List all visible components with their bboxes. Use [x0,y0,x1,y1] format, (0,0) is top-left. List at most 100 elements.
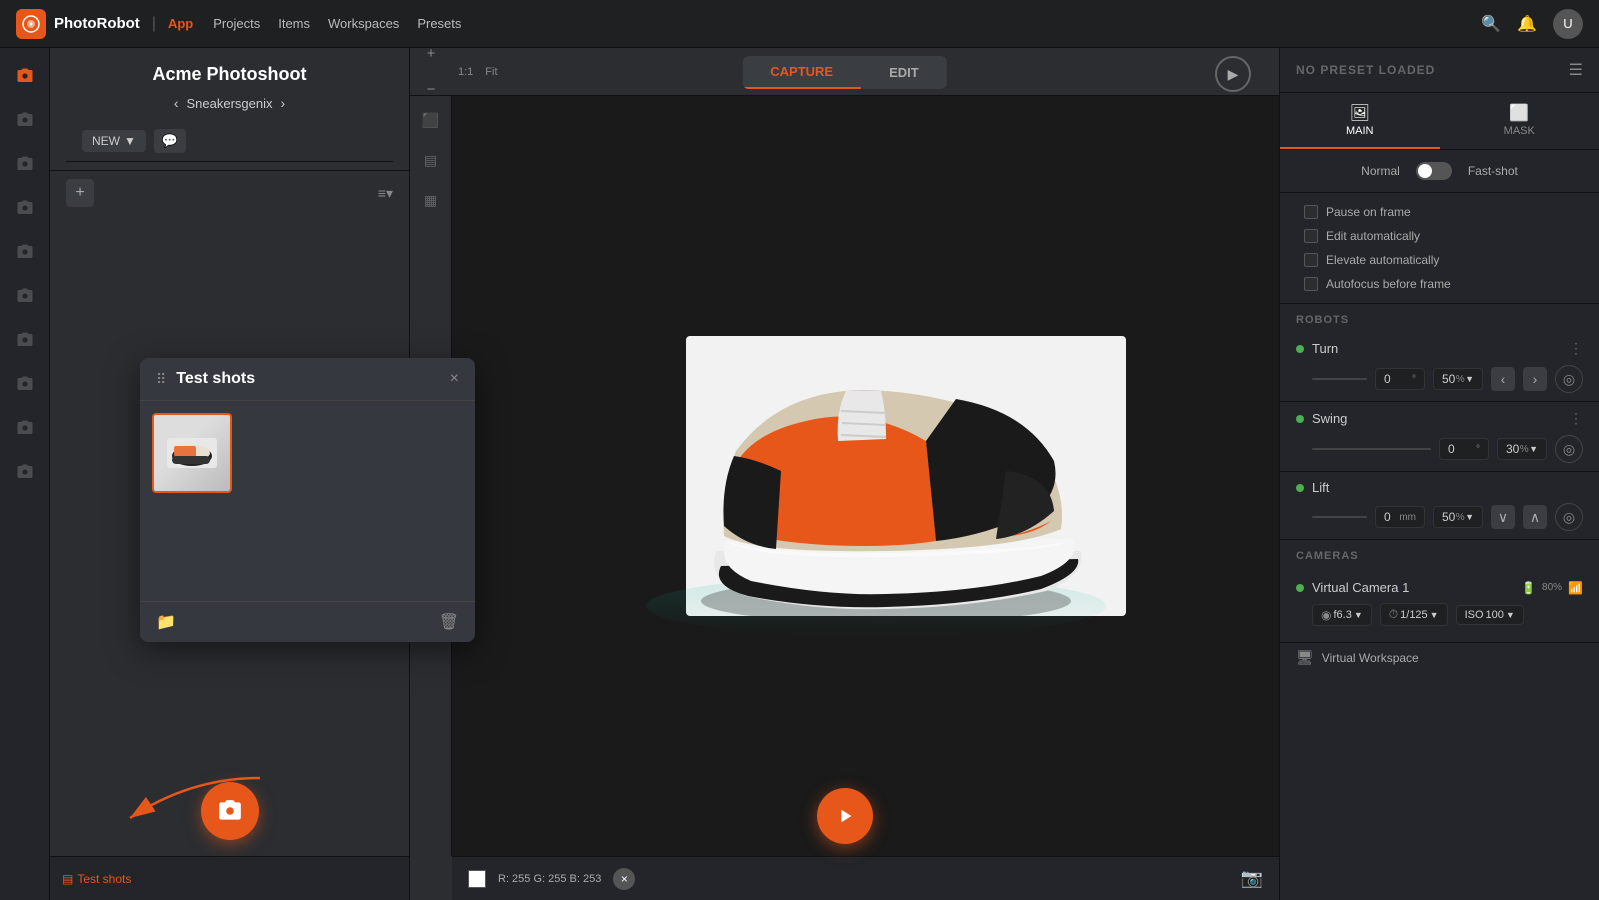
play-fab-button[interactable] [817,788,873,844]
workspace-row: 🖥 Virtual Workspace [1280,642,1599,672]
icon-bar-btn-9[interactable] [7,454,43,490]
lift-controls: 0 mm 50 % ▼ ∨ ∧ ◎ [1296,503,1583,531]
turn-speed-num: 50 [1442,372,1455,386]
lift-step-down-button[interactable]: ∨ [1491,505,1515,529]
popup-folder-button[interactable]: 📁 [156,612,176,632]
icon-bar-btn-5[interactable] [7,278,43,314]
capture-fab-button[interactable] [201,782,259,840]
avatar[interactable]: U [1553,9,1583,39]
cb-pause-on-frame-label: Pause on frame [1326,205,1411,219]
comment-button[interactable]: 💬 [154,129,186,153]
viewer-tool-filmstrip[interactable]: ▤ [415,144,447,176]
nav-presets[interactable]: Presets [417,16,461,31]
lift-home-button[interactable]: ◎ [1555,503,1583,531]
icon-bar-btn-6[interactable] [7,322,43,358]
lift-step-up-button[interactable]: ∧ [1523,505,1547,529]
cb-elevate-automatically-box[interactable] [1304,253,1318,267]
add-item-button[interactable]: + [66,179,94,207]
viewer-tool-adjust[interactable]: ⬛ [415,104,447,136]
icon-bar-camera-active[interactable] [7,58,43,94]
battery-icon: 🔋 [1521,581,1536,595]
toolbar-row: NEW ▼ 💬 [66,121,393,162]
turn-speed-unit: % [1456,374,1465,385]
play-sequence-button[interactable]: ▶ [1215,56,1251,92]
iso-setting[interactable]: ISO 100 ▼ [1456,605,1524,625]
zoom-in-tool[interactable]: + [415,48,447,70]
fast-shot-toggle[interactable] [1416,162,1452,180]
swing-degree-value[interactable]: 0 ° [1439,438,1489,460]
left-panel: Acme Photoshoot ‹ Sneakersgenix › NEW ▼ … [50,48,410,900]
tab-mask[interactable]: ⬜ MASK [1440,93,1599,149]
popup-delete-button[interactable]: 🗑 [439,612,459,632]
shutter-setting[interactable]: ⏱ 1/125 ▼ [1380,603,1448,626]
turn-step-back-button[interactable]: ‹ [1491,367,1515,391]
turn-home-button[interactable]: ◎ [1555,365,1583,393]
robot-lift-header: Lift [1296,480,1583,495]
popup-close-button[interactable]: × [450,370,459,388]
swing-menu-button[interactable]: ⋮ [1569,410,1583,427]
logo-icon [16,9,46,39]
drag-icon: ⠿ [156,371,166,388]
swing-speed-value[interactable]: 30 % ▼ [1497,438,1547,460]
fast-shot-label: Fast-shot [1468,164,1518,178]
new-button[interactable]: NEW ▼ [82,130,146,152]
viewer-tool-grid[interactable]: ▦ [415,184,447,216]
camera-bottom-button[interactable]: 📷 [1241,868,1263,889]
viewer-tabs: CAPTURE EDIT [742,56,946,89]
lift-speed-unit: % [1456,512,1465,523]
turn-step-fwd-button[interactable]: › [1523,367,1547,391]
tab-main[interactable]: 🖼 MAIN [1280,93,1440,149]
mask-tab-icon: ⬜ [1509,103,1529,123]
lift-speed-value[interactable]: 50 % ▼ [1433,506,1483,528]
aperture-setting[interactable]: ◉ f6.3 ▼ [1312,604,1372,626]
nav-items[interactable]: Items [278,16,310,31]
right-panel-menu-icon[interactable]: ☰ [1569,60,1583,80]
icon-bar-btn-1[interactable] [7,102,43,138]
lift-value[interactable]: 0 mm [1375,506,1425,528]
viewer-bottom-bar: R: 255 G: 255 B: 253 × 📷 [452,856,1279,900]
notification-icon[interactable]: 🔔 [1517,14,1537,34]
swing-speed-num: 30 [1506,442,1519,456]
icon-bar-btn-4[interactable] [7,234,43,270]
sort-button[interactable]: ≡▾ [378,185,393,202]
zoom-level: 1:1 [452,66,479,78]
logo: PhotoRobot | App [16,9,193,39]
robot-swing: Swing ⋮ 0 ° 30 % ▼ ◎ [1280,402,1599,472]
photoshoot-title: Acme Photoshoot [66,64,393,85]
turn-degree-unit: ° [1412,374,1416,385]
thumb-item[interactable] [152,413,232,493]
breadcrumb-nav: ‹ Sneakersgenix › [66,95,393,111]
turn-menu-button[interactable]: ⋮ [1569,340,1583,357]
nav-prev-arrow[interactable]: ‹ [174,95,179,111]
nav-next-arrow[interactable]: › [281,95,286,111]
tab-edit[interactable]: EDIT [861,56,947,89]
nav-projects[interactable]: Projects [213,16,260,31]
turn-controls: 0 ° 50 % ▼ ‹ › ◎ [1296,365,1583,393]
turn-speed-value[interactable]: 50 % ▼ [1433,368,1483,390]
right-panel-tabs: 🖼 MAIN ⬜ MASK [1280,93,1599,150]
cb-pause-on-frame-box[interactable] [1304,205,1318,219]
cb-autofocus-before-frame-box[interactable] [1304,277,1318,291]
aperture-dropdown-icon: ▼ [1354,610,1363,620]
icon-bar-btn-7[interactable] [7,366,43,402]
cb-autofocus-before-frame-label: Autofocus before frame [1326,277,1451,291]
swing-speed-unit: % [1520,444,1529,455]
icon-bar-btn-8[interactable] [7,410,43,446]
breadcrumb-item: Sneakersgenix [187,96,273,111]
shutter-icon: ⏱ [1389,607,1398,622]
battery-level: 80% [1542,582,1562,593]
nav-workspaces[interactable]: Workspaces [328,16,399,31]
search-icon[interactable]: 🔍 [1481,14,1501,34]
turn-slider-track [1312,378,1367,380]
swing-home-button[interactable]: ◎ [1555,435,1583,463]
icon-bar-btn-3[interactable] [7,190,43,226]
robot-swing-header: Swing ⋮ [1296,410,1583,427]
filmstrip-icon: ▤ [62,872,73,886]
clear-color-button[interactable]: × [613,868,635,890]
fit-button[interactable]: Fit [479,66,503,78]
tab-capture[interactable]: CAPTURE [742,56,861,89]
main-layout: Acme Photoshoot ‹ Sneakersgenix › NEW ▼ … [0,48,1599,900]
turn-degree-value[interactable]: 0 ° [1375,368,1425,390]
cb-edit-automatically-box[interactable] [1304,229,1318,243]
icon-bar-btn-2[interactable] [7,146,43,182]
